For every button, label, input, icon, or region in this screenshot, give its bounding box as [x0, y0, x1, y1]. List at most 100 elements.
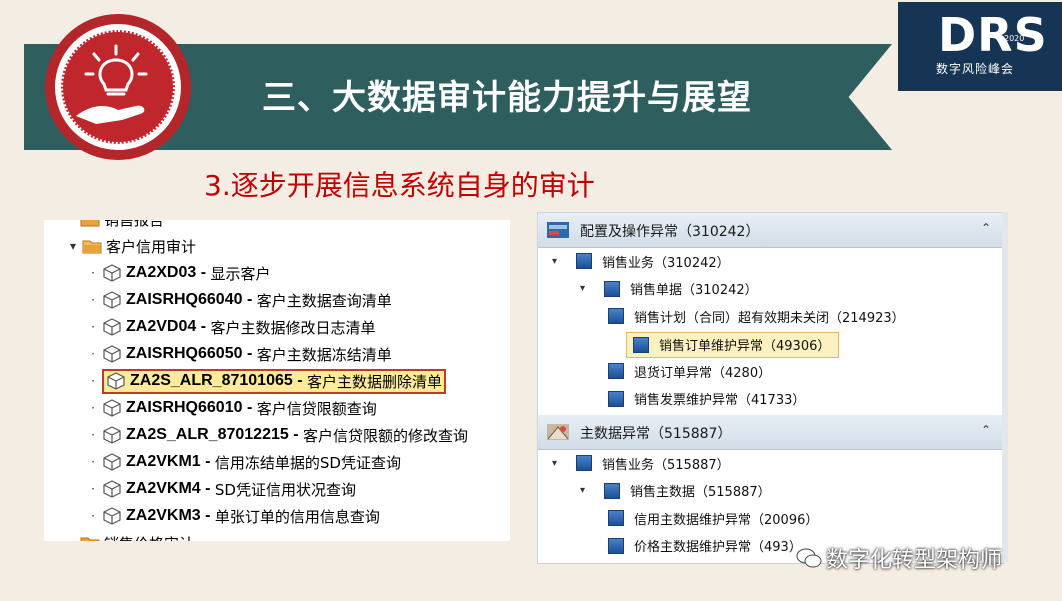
transaction-tree: 销售报告 ▾ 客户信用审计 · ZA2XD03 - 显示客户 · ZAISRHQ660… [44, 220, 510, 541]
exception-tree-row[interactable]: 退货订单异常（4280） [608, 359, 771, 383]
expand-arrow-icon[interactable]: ▾ [580, 485, 594, 496]
expand-arrow-icon[interactable]: ▾ [552, 256, 566, 267]
node-label: 销售业务（515887） [602, 457, 730, 473]
logo-subtitle: 数字风险峰会 [936, 62, 1015, 76]
tree-item[interactable]: · ZA2S_ALR_87101065 - 客户主数据删除清单 [88, 368, 446, 394]
expand-arrow-icon[interactable]: ▾ [580, 283, 594, 294]
separator: - [292, 372, 307, 389]
node-label: 销售主数据（515887） [630, 485, 771, 500]
transaction-cube-icon [103, 291, 121, 309]
tree-item[interactable]: · ZAISRHQ66040 - 客户主数据查询清单 [88, 287, 392, 313]
tree-bullet: · [91, 428, 95, 442]
exception-tree-row[interactable]: 销售计划（合同）超有效期未关闭（214923） [608, 304, 905, 328]
node-square-icon [604, 280, 620, 297]
node-square-icon [576, 253, 592, 269]
tree-item[interactable]: · ZA2S_ALR_87012215 - 客户信贷限额的修改查询 [88, 422, 468, 448]
node-square-icon [633, 336, 649, 353]
separator: - [242, 291, 257, 308]
tree-item-content[interactable]: ZAISRHQ66050 - 客户主数据冻结清单 [102, 344, 392, 365]
tree-folder-credit-audit[interactable]: ▾ 客户信用审计 [68, 233, 196, 259]
exception-tree-row[interactable]: ▾ 销售单据（310242） [580, 277, 758, 301]
node-label: 信用主数据维护异常（20096） [634, 512, 819, 528]
transaction-description: 客户主数据查询清单 [256, 291, 392, 310]
section-header[interactable]: 配置及操作异常（310242） ⌃ [538, 213, 1003, 248]
tree-item-content[interactable]: ZA2VD04 - 客户主数据修改日志清单 [102, 317, 375, 338]
node-label: 价格主数据维护异常（493） [634, 540, 802, 555]
tree-item[interactable]: · ZA2VKM3 - 单张订单的信用信息查询 [88, 503, 380, 529]
transaction-code: ZAISRHQ66040 [126, 291, 243, 308]
section-header[interactable]: 主数据异常（515887） ⌃ [538, 415, 1003, 450]
node-square-icon [608, 363, 624, 379]
master-data-icon [547, 424, 569, 440]
tree-item-content[interactable]: ZAISRHQ66040 - 客户主数据查询清单 [102, 290, 392, 311]
transaction-cube-icon [103, 345, 121, 363]
transaction-code: ZA2VKM1 [126, 453, 201, 470]
folder-icon [80, 220, 100, 227]
section-title: 配置及操作异常（310242） [580, 224, 760, 240]
tree-item-content[interactable]: ZA2VKM4 - SD凭证信用状况查询 [102, 479, 356, 500]
transaction-cube-icon [103, 507, 121, 525]
transaction-code: ZAISRHQ66010 [126, 399, 243, 416]
node-square-icon [604, 482, 620, 499]
tree-item[interactable]: · ZAISRHQ66010 - 客户信贷限额查询 [88, 395, 377, 421]
node-label: 退货订单异常（4280） [634, 365, 772, 381]
tree-folder-label: 客户信用审计 [106, 237, 197, 256]
exception-tree-row[interactable]: 销售订单维护异常（49306） [626, 331, 840, 358]
tree-bullet: · [91, 401, 95, 415]
transaction-description: 客户主数据冻结清单 [256, 345, 392, 364]
collapse-chevron-icon[interactable]: ⌃ [981, 423, 991, 437]
transaction-code: ZA2S_ALR_87101065 [130, 372, 293, 389]
transaction-cube-icon [107, 372, 125, 390]
expand-arrow-icon[interactable]: ▾ [552, 458, 566, 469]
transaction-description: 显示客户 [210, 264, 271, 283]
logo-year: 2020 [1004, 34, 1025, 43]
exception-tree-row[interactable]: 价格主数据维护异常（493） [608, 534, 802, 558]
open-folder-icon [82, 240, 102, 254]
tree-item[interactable]: · ZA2VD04 - 客户主数据修改日志清单 [88, 314, 375, 340]
tree-bullet: · [91, 455, 95, 469]
scrollbar[interactable] [1002, 212, 1008, 562]
separator: - [196, 318, 211, 335]
transaction-cube-icon [103, 399, 121, 417]
tree-item-content[interactable]: ZA2S_ALR_87012215 - 客户信贷限额的修改查询 [102, 425, 468, 446]
tree-folder-partial-bottom[interactable]: 销售价格审计 [80, 530, 194, 541]
tree-folder-label: 销售价格审计 [104, 533, 194, 542]
transaction-cube-icon [103, 426, 121, 444]
tree-item[interactable]: · ZA2XD03 - 显示客户 [88, 260, 270, 286]
transaction-cube-icon [103, 264, 121, 282]
separator: - [200, 507, 215, 524]
node-square-icon [576, 455, 592, 471]
transaction-description: 客户主数据修改日志清单 [210, 318, 376, 337]
tree-bullet: · [91, 347, 95, 361]
logo-text: DRS [938, 8, 1048, 62]
lightbulb-hand-icon [76, 44, 148, 124]
tree-item-content[interactable]: ZAISRHQ66010 - 客户信贷限额查询 [102, 398, 377, 419]
tree-bullet: · [91, 482, 95, 496]
exception-panel: 配置及操作异常（310242） ⌃ ▾ 销售业务（310242） ▾ 销售单据（31024… [537, 212, 1004, 564]
tree-folder-partial-top[interactable]: 销售报告 [80, 220, 164, 232]
exception-tree-row[interactable]: 信用主数据维护异常（20096） [608, 506, 818, 530]
separator: - [288, 426, 303, 443]
exception-tree-row[interactable]: 销售发票维护异常（41733） [608, 387, 805, 411]
transaction-description: 客户信贷限额查询 [256, 399, 377, 418]
collapse-chevron-icon[interactable]: ⌃ [981, 221, 991, 235]
exception-tree-row[interactable]: ▾ 销售业务（310242） [552, 249, 730, 273]
tree-item[interactable]: · ZA2VKM4 - SD凭证信用状况查询 [88, 476, 356, 502]
tree-bullet: · [91, 293, 95, 307]
exception-tree-row[interactable]: ▾ 销售主数据（515887） [580, 479, 771, 503]
folder-icon [80, 537, 100, 541]
transaction-cube-icon [103, 453, 121, 471]
collapse-arrow-icon[interactable]: ▾ [68, 239, 78, 253]
tree-item[interactable]: · ZAISRHQ66050 - 客户主数据冻结清单 [88, 341, 392, 367]
banner-title: 三、大数据审计能力提升与展望 [262, 78, 752, 118]
node-label: 销售订单维护异常（49306） [659, 339, 831, 354]
transaction-code: ZA2XD03 [126, 264, 197, 281]
exception-tree-row[interactable]: ▾ 销售业务（515887） [552, 451, 730, 475]
tree-folder-label: 销售报告 [104, 220, 164, 230]
tree-item[interactable]: · ZA2VKM1 - 信用冻结单据的SD凭证查询 [88, 449, 401, 475]
tree-item-content[interactable]: ZA2VKM3 - 单张订单的信用信息查询 [102, 506, 380, 527]
selected-highlight[interactable]: ZA2S_ALR_87101065 - 客户主数据删除清单 [102, 368, 446, 394]
transaction-description: 客户信贷限额的修改查询 [302, 426, 468, 445]
tree-item-content[interactable]: ZA2VKM1 - 信用冻结单据的SD凭证查询 [102, 452, 401, 473]
tree-item-content[interactable]: ZA2XD03 - 显示客户 [102, 263, 270, 284]
